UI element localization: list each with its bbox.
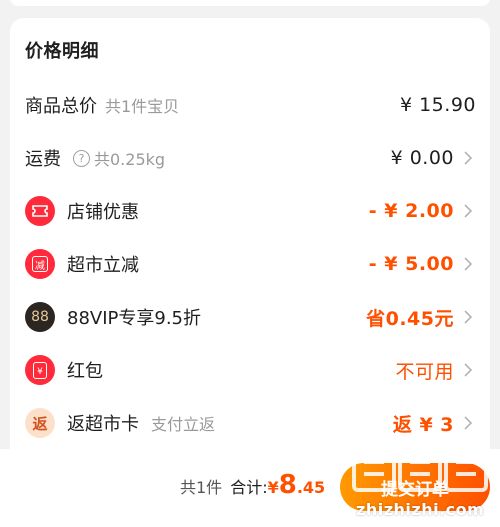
red-envelope-label: 红包 (67, 361, 103, 382)
ticket-icon (25, 196, 55, 226)
row-store-discount[interactable]: 店铺优惠 - ¥ 2.00 (10, 189, 490, 233)
total-label: 合计: (230, 478, 268, 497)
88vip-saving-value: 省0.45元 (366, 307, 454, 330)
row-red-envelope[interactable]: ¥ 红包 不可用 (10, 348, 490, 392)
item-total-value: ¥ 15.90 (399, 94, 476, 116)
cashback-value: 返 ¥ 3 (392, 413, 454, 436)
price-detail-card: 价格明细 商品总价 共1件宝贝 ¥ 15.90 运费 ? 共0.25kg ¥ 0… (10, 18, 490, 463)
88vip-icon: 88 (25, 302, 55, 332)
order-total: 共1件 合计: ¥ 8 .45 (180, 470, 325, 510)
total-amount-decimal: .45 (296, 478, 326, 497)
price-detail-title: 价格明细 (25, 41, 99, 62)
checkout-bar: 共1件 合计: ¥ 8 .45 提交订单 (0, 449, 500, 527)
item-count: 共1件 (180, 478, 223, 497)
chevron-right-icon (460, 256, 476, 272)
cashback-icon: 返 (25, 408, 55, 438)
chevron-right-icon (460, 415, 476, 431)
chevron-right-icon (460, 203, 476, 219)
store-discount-value: - ¥ 2.00 (368, 200, 454, 222)
store-discount-label: 店铺优惠 (67, 202, 139, 223)
discount-badge-text: 减 (32, 256, 48, 272)
question-circle-icon[interactable]: ? (73, 149, 90, 167)
total-amount-integer: 8 (278, 470, 297, 500)
88vip-icon-text: 88 (31, 309, 49, 325)
total-currency: ¥ (267, 478, 279, 497)
cashback-icon-text: 返 (32, 414, 48, 433)
red-envelope-icon: ¥ (25, 355, 55, 385)
row-shipping[interactable]: 运费 ? 共0.25kg ¥ 0.00 (10, 136, 490, 180)
red-envelope-status: 不可用 (395, 360, 454, 383)
submit-order-button[interactable]: 提交订单 (340, 463, 490, 511)
supermarket-discount-label: 超市立减 (67, 255, 139, 276)
supermarket-discount-value: - ¥ 5.00 (368, 253, 454, 275)
previous-card-edge (10, 0, 490, 6)
chevron-right-icon (460, 309, 476, 325)
row-supermarket-discount[interactable]: 减 超市立减 - ¥ 5.00 (10, 242, 490, 286)
row-88vip[interactable]: 88 88VIP专享9.5折 省0.45元 (10, 295, 490, 339)
shipping-value: ¥ 0.00 (390, 147, 454, 169)
cashback-sub-text: 支付立返 (151, 415, 216, 434)
shipping-weight-text: 共0.25kg (94, 150, 166, 169)
shipping-label: 运费 (25, 149, 61, 170)
row-item-total: 商品总价 共1件宝贝 ¥ 15.90 (10, 83, 490, 127)
red-envelope-icon-text: ¥ (33, 361, 47, 379)
88vip-label: 88VIP专享9.5折 (67, 308, 202, 329)
row-cashback-card[interactable]: 返 返超市卡 支付立返 返 ¥ 3 (10, 401, 490, 445)
item-total-label: 商品总价 (25, 96, 97, 117)
discount-badge-icon: 减 (25, 249, 55, 279)
cashback-label: 返超市卡 (67, 414, 139, 435)
chevron-right-icon (460, 150, 476, 166)
chevron-right-icon (460, 362, 476, 378)
item-count-text: 共1件宝贝 (105, 97, 180, 116)
